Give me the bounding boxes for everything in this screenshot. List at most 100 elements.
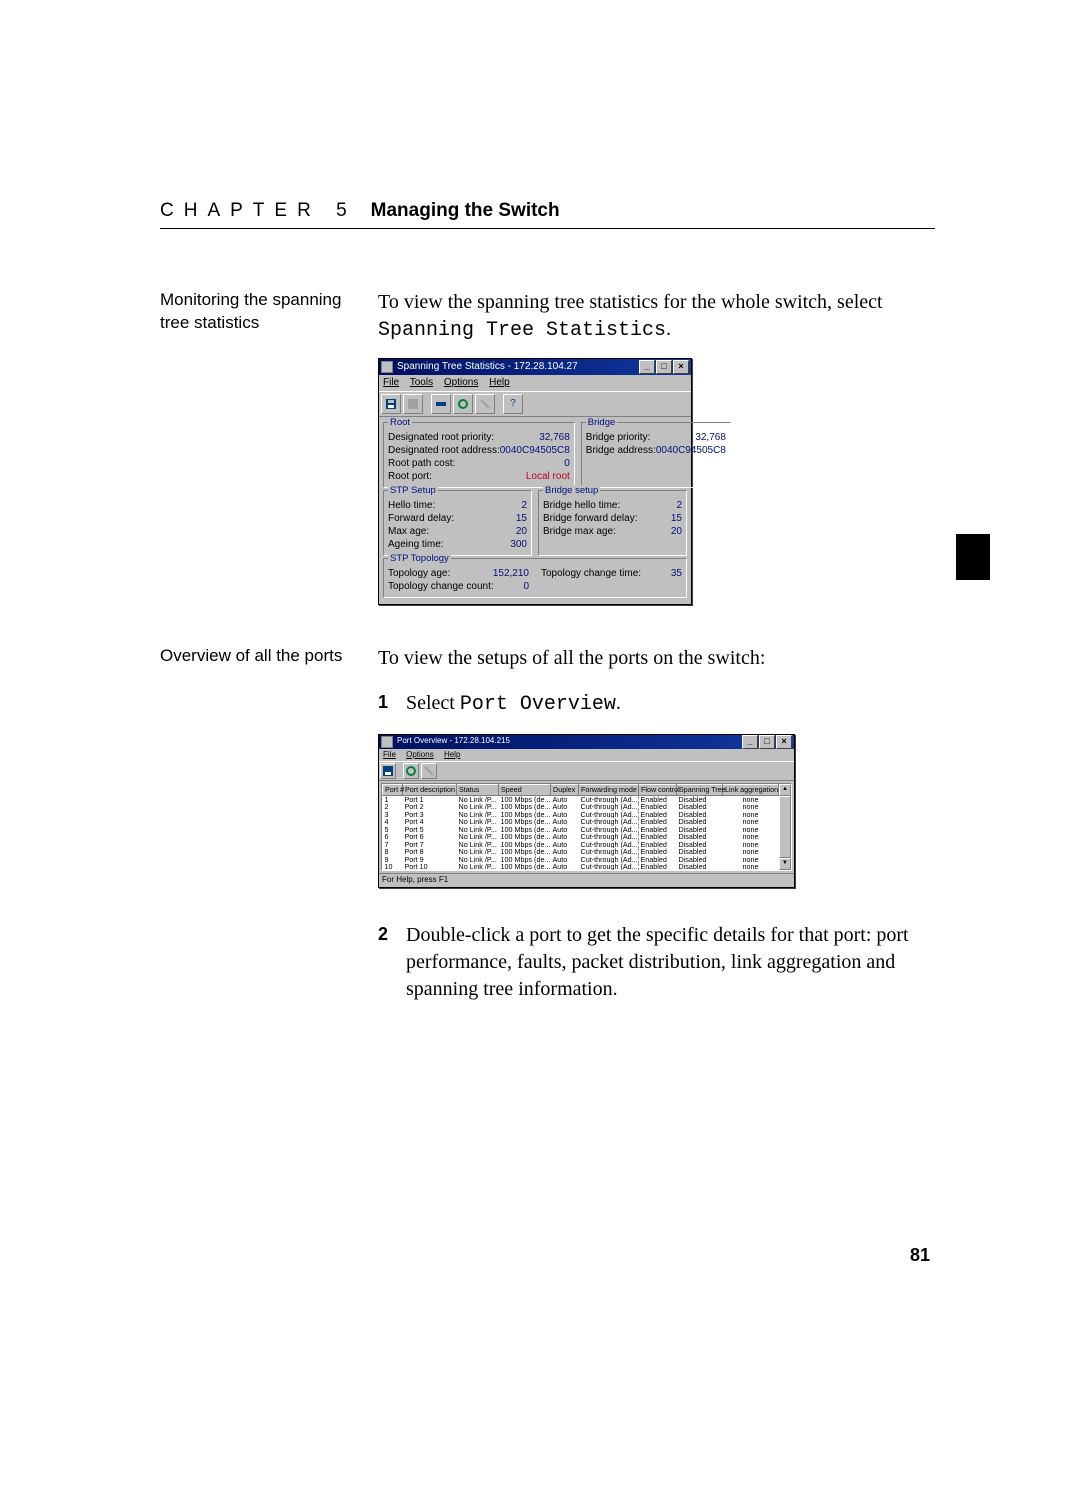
column-header[interactable]: Flow control <box>639 785 677 796</box>
table-cell: Enabled <box>639 818 677 826</box>
scroll-down-icon[interactable]: ▼ <box>779 858 791 870</box>
column-header[interactable]: Duplex <box>551 785 579 796</box>
table-cell: 100 Mbps (de... <box>499 796 551 804</box>
column-header[interactable]: Port description <box>403 785 457 796</box>
table-row[interactable]: 2Port 2No Link /P...100 Mbps (de...AutoC… <box>383 803 779 811</box>
table-cell: Cut-through (Ad...) <box>579 856 639 864</box>
table-cell: Auto <box>551 811 579 819</box>
group-bridge-setup: Bridge setup Bridge hello time:2 Bridge … <box>538 490 687 556</box>
refresh-icon[interactable] <box>403 763 419 779</box>
scrollbar-vertical[interactable]: ▲ ▼ <box>779 784 791 870</box>
table-row[interactable]: 3Port 3No Link /P...100 Mbps (de...AutoC… <box>383 811 779 819</box>
table-row[interactable]: 6Port 6No Link /P...100 Mbps (de...AutoC… <box>383 833 779 841</box>
refresh-icon[interactable] <box>453 394 473 414</box>
table-row[interactable]: 9Port 9No Link /P...100 Mbps (de...AutoC… <box>383 856 779 864</box>
column-header[interactable]: Status <box>457 785 499 796</box>
table-cell: Cut-through (Ad...) <box>579 833 639 841</box>
table-cell: 100 Mbps (de... <box>499 848 551 856</box>
table-cell: none <box>723 856 779 864</box>
close-button[interactable]: × <box>776 735 792 749</box>
port-table[interactable]: Port #Port descriptionStatusSpeedDuplexF… <box>382 784 779 870</box>
table-row[interactable]: 4Port 4No Link /P...100 Mbps (de...AutoC… <box>383 818 779 826</box>
menu-tools[interactable]: Tools <box>410 377 433 388</box>
maximize-button[interactable]: □ <box>759 735 775 749</box>
group-topo-legend: STP Topology <box>388 553 451 566</box>
table-cell: Cut-through (Ad...) <box>579 826 639 834</box>
menu-options[interactable]: Options <box>406 750 434 759</box>
window-spanning-tree-stats: Spanning Tree Statistics - 172.28.104.27… <box>378 358 692 605</box>
table-cell: Port 5 <box>403 826 457 834</box>
table-cell: Auto <box>551 856 579 864</box>
table-cell: Enabled <box>639 856 677 864</box>
maximize-button[interactable]: □ <box>656 360 672 374</box>
table-cell: 100 Mbps (de... <box>499 803 551 811</box>
help-icon[interactable]: ? <box>503 394 523 414</box>
app-icon <box>381 361 393 373</box>
table-cell: Disabled <box>677 811 723 819</box>
link-icon[interactable] <box>431 394 451 414</box>
minimize-button[interactable]: _ <box>742 735 758 749</box>
para-spanning-a: To view the spanning tree statistics for… <box>378 291 883 313</box>
table-cell: No Link /P... <box>457 833 499 841</box>
step-2-text: Double-click a port to get the specific … <box>406 922 935 1003</box>
table-cell: Disabled <box>677 796 723 804</box>
scroll-up-icon[interactable]: ▲ <box>779 784 791 796</box>
table-cell: none <box>723 796 779 804</box>
table-cell: Port 9 <box>403 856 457 864</box>
table-row[interactable]: 7Port 7No Link /P...100 Mbps (de...AutoC… <box>383 841 779 849</box>
close-button[interactable]: × <box>673 360 689 374</box>
column-header[interactable]: Port # <box>383 785 403 796</box>
table-cell: Disabled <box>677 841 723 849</box>
column-header[interactable]: Forwarding mode <box>579 785 639 796</box>
table-cell: 100 Mbps (de... <box>499 818 551 826</box>
table-row[interactable]: 5Port 5No Link /P...100 Mbps (de...AutoC… <box>383 826 779 834</box>
menubar[interactable]: File Tools Options Help <box>379 375 691 391</box>
column-header[interactable]: Speed <box>499 785 551 796</box>
menu-help[interactable]: Help <box>489 377 510 388</box>
table-cell: Port 6 <box>403 833 457 841</box>
table-cell: No Link /P... <box>457 856 499 864</box>
minimize-button[interactable]: _ <box>639 360 655 374</box>
table-cell: Port 2 <box>403 803 457 811</box>
titlebar[interactable]: Spanning Tree Statistics - 172.28.104.27… <box>379 359 691 375</box>
table-cell: Disabled <box>677 826 723 834</box>
column-header[interactable]: Spanning Tree <box>677 785 723 796</box>
column-header[interactable]: Link aggregation <box>723 785 779 796</box>
table-cell: 10 <box>383 863 403 870</box>
menu-options[interactable]: Options <box>444 377 478 388</box>
step-2-number: 2 <box>378 922 392 1003</box>
table-cell: Enabled <box>639 826 677 834</box>
table-row[interactable]: 1Port 1No Link /P...100 Mbps (de...AutoC… <box>383 796 779 804</box>
table-cell: No Link /P... <box>457 841 499 849</box>
menubar-2[interactable]: File Options Help <box>379 749 794 762</box>
table-cell: Auto <box>551 863 579 870</box>
table-cell: 7 <box>383 841 403 849</box>
table-cell: No Link /P... <box>457 848 499 856</box>
menu-file[interactable]: File <box>383 377 399 388</box>
menu-help[interactable]: Help <box>444 750 460 759</box>
table-cell: Disabled <box>677 848 723 856</box>
table-row[interactable]: 10Port 10No Link /P...100 Mbps (de...Aut… <box>383 863 779 870</box>
table-cell: Auto <box>551 826 579 834</box>
table-cell: Cut-through (Ad...) <box>579 803 639 811</box>
scroll-thumb[interactable] <box>779 796 791 858</box>
table-cell: Port 4 <box>403 818 457 826</box>
menu-file[interactable]: File <box>383 750 396 759</box>
table-cell: Disabled <box>677 856 723 864</box>
table-cell: Port 8 <box>403 848 457 856</box>
table-cell: Enabled <box>639 848 677 856</box>
table-cell: Cut-through (Ad...) <box>579 811 639 819</box>
titlebar-2[interactable]: Port Overview - 172.28.104.215 _ □ × <box>379 735 794 749</box>
save-icon[interactable] <box>380 763 396 779</box>
table-cell: none <box>723 811 779 819</box>
table-cell: Cut-through (Ad...) <box>579 796 639 804</box>
table-cell: 6 <box>383 833 403 841</box>
group-stp-legend: STP Setup <box>388 485 438 498</box>
table-cell: No Link /P... <box>457 863 499 870</box>
table-cell: Disabled <box>677 818 723 826</box>
save-icon[interactable] <box>381 394 401 414</box>
table-row[interactable]: 8Port 8No Link /P...100 Mbps (de...AutoC… <box>383 848 779 856</box>
table-cell: 4 <box>383 818 403 826</box>
app-icon <box>381 736 393 748</box>
table-cell: Cut-through (Ad...) <box>579 863 639 870</box>
